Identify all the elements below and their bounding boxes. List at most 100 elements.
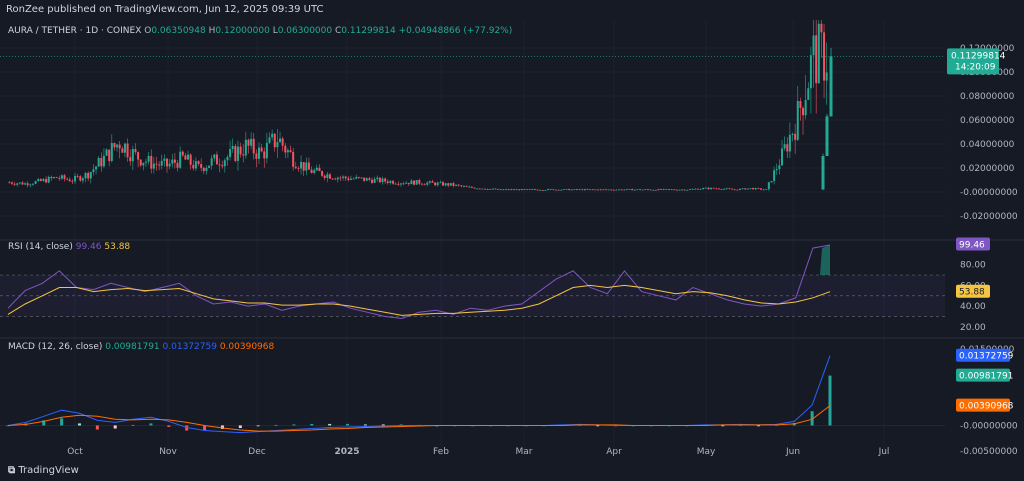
candle-body (226, 156, 229, 161)
candle-body (470, 186, 473, 188)
candle-body (791, 133, 794, 135)
candle-body (820, 23, 823, 33)
macd-hist-value: 0.00981791 (105, 342, 160, 352)
candle-body (678, 189, 681, 191)
candle-body (462, 186, 465, 187)
candle-body (825, 72, 828, 81)
candle-body (108, 149, 111, 161)
candle-body (208, 165, 211, 168)
candle-body (239, 146, 242, 155)
candle-body (557, 189, 560, 191)
candle-body (468, 186, 471, 188)
macd-badge-text: 0.00390968 (959, 402, 1014, 412)
candle-body (79, 176, 82, 181)
candle-body (363, 177, 366, 181)
candle-body (660, 189, 663, 190)
candle-body (749, 188, 752, 189)
candle-body (200, 164, 203, 168)
candle-body (129, 157, 132, 162)
candle-body (223, 160, 226, 167)
candle-body (268, 137, 271, 143)
candle-body (134, 149, 137, 153)
candle-body (52, 177, 55, 179)
candle-body (147, 155, 150, 162)
tradingview-logo[interactable]: ⧉ TradingView (8, 465, 79, 476)
candle-body (802, 107, 805, 116)
candle-body (499, 189, 502, 190)
candle-body (812, 35, 815, 56)
candle-body (255, 153, 258, 159)
candle-body (163, 158, 166, 161)
candle-body (515, 189, 518, 191)
candle-body (152, 163, 155, 169)
candle-body (623, 189, 626, 191)
candle-body (476, 188, 479, 190)
candle-body (10, 182, 13, 184)
candle-body (720, 189, 723, 190)
candle-body (179, 151, 182, 168)
candle-body (271, 133, 274, 138)
candle-body (68, 179, 71, 182)
candle-body (807, 88, 810, 100)
candle-body (221, 165, 224, 167)
candle-body (39, 179, 42, 181)
candle-body (452, 183, 455, 186)
candle-body (339, 177, 342, 179)
candle-body (166, 158, 169, 167)
candle-body (415, 180, 418, 185)
rsi-ma-badge-text: 53.88 (959, 288, 985, 298)
countdown-text: 14:20:09 (955, 62, 996, 72)
candle-body (754, 188, 757, 190)
macd-hist-bar (721, 425, 725, 427)
macd-signal-value: 0.00390968 (219, 342, 275, 352)
candle-body (673, 189, 676, 191)
candle-body (560, 189, 563, 191)
candle-body (158, 164, 161, 166)
macd-hist-bar (363, 424, 367, 426)
candle-body (799, 101, 802, 108)
candle-body (297, 168, 300, 170)
candle-body (323, 175, 326, 178)
candle-body (670, 189, 673, 191)
candle-body (342, 176, 345, 178)
time-tick-label: Feb (433, 447, 449, 457)
candle-body (494, 188, 497, 190)
candle-body (18, 182, 21, 184)
candle-body (505, 189, 508, 191)
macd-hist-bar (113, 425, 117, 429)
time-tick-label: May (697, 447, 716, 457)
candle-body (639, 189, 642, 191)
candle-body (531, 189, 534, 190)
candle-body (804, 99, 807, 116)
candle-body (752, 188, 755, 190)
candle-body (97, 157, 100, 167)
time-tick-label: Dec (248, 447, 265, 457)
candle-body (704, 187, 707, 189)
candle-body (604, 189, 607, 191)
candle-body (699, 189, 702, 190)
candle-body (344, 176, 347, 179)
candle-body (305, 162, 308, 171)
chart-area[interactable]: 0.120000000.100000000.080000000.06000000… (0, 0, 1024, 461)
price-tick-label: -0.02000000 (960, 212, 1018, 222)
candle-body (326, 174, 329, 178)
candle-body (712, 187, 715, 189)
macd-value: 0.01372759 (162, 342, 217, 352)
candle-body (731, 188, 734, 190)
candle-body (491, 188, 494, 190)
candle-body (352, 178, 355, 180)
time-tick-label: Apr (606, 447, 622, 457)
macd-legend: MACD (12, 26, close) 0.00981791 0.013727… (8, 342, 274, 352)
candle-body (310, 169, 313, 173)
time-tick-label: Jul (878, 447, 890, 457)
candle-body (654, 189, 657, 191)
candle-body (247, 139, 250, 146)
candle-body (523, 189, 526, 190)
candle-body (539, 190, 542, 191)
candle-body (767, 182, 770, 190)
chart-svg[interactable]: 0.120000000.100000000.080000000.06000000… (0, 0, 1024, 461)
candle-body (794, 133, 797, 140)
candle-body (770, 181, 773, 183)
candle-body (565, 189, 568, 190)
candle-body (150, 155, 153, 169)
